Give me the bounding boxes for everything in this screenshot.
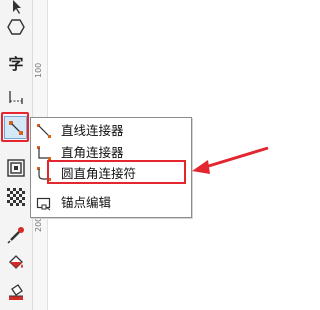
connector-tool-highlight <box>1 112 29 142</box>
flyout-item-label: 锚点编辑 <box>61 195 112 210</box>
eyedropper-tool-icon[interactable] <box>3 222 29 248</box>
toolbox: 字 <box>0 0 33 310</box>
blend-tool-icon[interactable] <box>3 155 29 181</box>
anchor-edit-icon <box>36 197 51 211</box>
straight-connector-icon <box>37 124 51 138</box>
ruler-mark: 200 <box>34 216 43 232</box>
dimension-tool-icon[interactable] <box>3 84 29 110</box>
fill-tool-icon[interactable] <box>3 250 29 276</box>
flyout-item-label: 直线连接器 <box>61 123 124 138</box>
callout-arrow-icon <box>192 146 269 174</box>
polygon-tool-icon[interactable] <box>3 14 29 40</box>
ruler-mark: 100 <box>34 62 43 78</box>
smart-fill-tool-icon[interactable] <box>3 280 29 306</box>
text-tool-icon[interactable]: 字 <box>3 50 29 76</box>
flyout-item-straight-connector[interactable]: 直线连接器 <box>31 120 189 142</box>
flyout-item-anchor-edit[interactable]: 锚点编辑 <box>31 192 189 214</box>
text-tool-glyph: 字 <box>8 54 24 73</box>
transparency-tool-icon[interactable] <box>3 184 29 210</box>
right-angle-connector-icon <box>37 146 51 160</box>
rounded-connector-highlight <box>47 160 186 184</box>
